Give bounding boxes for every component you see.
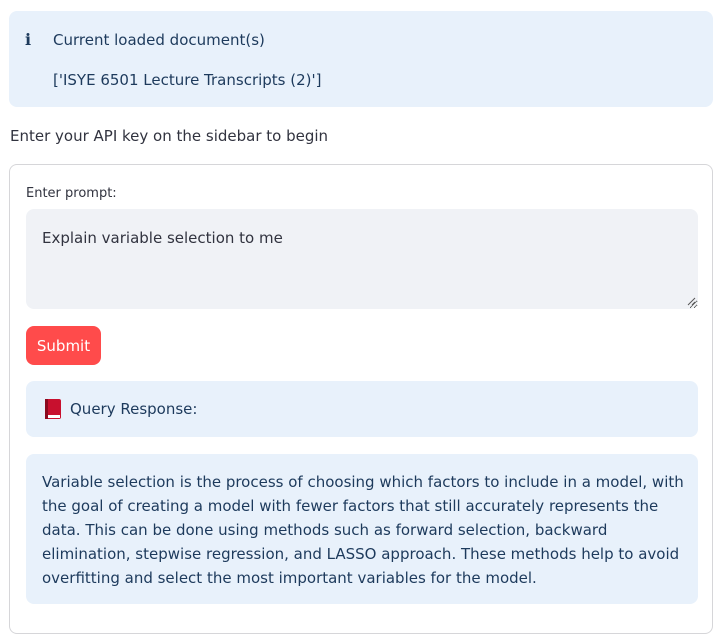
prompt-label: Enter prompt: <box>26 186 117 201</box>
prompt-form: Enter prompt: Explain variable selection… <box>9 164 713 634</box>
submit-button[interactable]: Submit <box>26 326 101 365</box>
response-text: Variable selection is the process of cho… <box>42 473 684 587</box>
response-box: Variable selection is the process of cho… <box>26 454 698 604</box>
query-response-title: Query Response: <box>70 400 198 418</box>
book-icon <box>45 399 61 419</box>
info-alert: i Current loaded document(s) ['ISYE 6501… <box>9 11 713 107</box>
info-icon: i <box>25 30 32 49</box>
api-key-message: Enter your API key on the sidebar to beg… <box>10 127 329 145</box>
resize-grip-icon[interactable] <box>686 296 696 306</box>
prompt-input[interactable]: Explain variable selection to me <box>26 209 698 309</box>
info-alert-title: Current loaded document(s) <box>53 31 265 49</box>
query-response-header: Query Response: <box>26 381 698 437</box>
loaded-documents-list: ['ISYE 6501 Lecture Transcripts (2)'] <box>53 71 322 89</box>
